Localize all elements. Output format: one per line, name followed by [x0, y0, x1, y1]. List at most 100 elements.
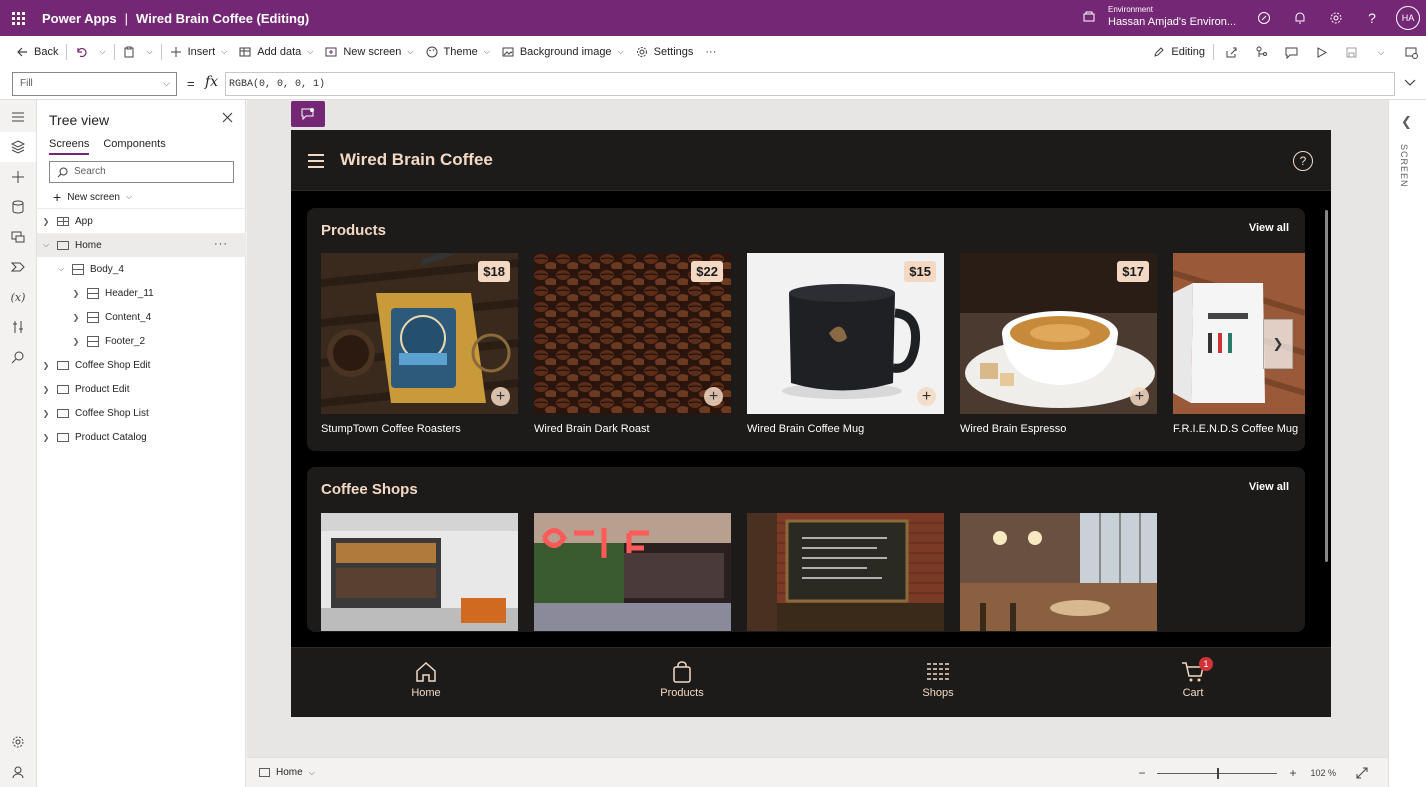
settings-button[interactable]: Settings [630, 36, 700, 68]
container-icon [87, 287, 99, 299]
nav-home[interactable]: Home [386, 661, 466, 699]
back-button[interactable]: Back [10, 36, 64, 68]
coffee-shop-image[interactable] [321, 513, 518, 631]
fit-to-window-icon[interactable] [1356, 767, 1368, 779]
add-data-button[interactable]: Add data ⌵ [233, 36, 319, 68]
media-icon[interactable] [0, 222, 36, 252]
carousel-next-button[interactable]: ❯ [1263, 319, 1293, 369]
variables-icon[interactable]: (x) [0, 282, 36, 312]
tree-node-body[interactable]: ⌵ Body_4 [37, 257, 246, 281]
screen-selector[interactable]: Home ⌵ [259, 767, 315, 778]
publish-icon[interactable] [1396, 36, 1426, 68]
avatar[interactable]: HA [1396, 6, 1420, 30]
view-all-shops-link[interactable]: View all [1249, 481, 1289, 493]
product-card[interactable]: $22 + Wired Brain Dark Roast [534, 253, 731, 435]
tree-node-header[interactable]: ❯ Header_11 [37, 281, 246, 305]
editing-button[interactable]: Editing [1147, 36, 1211, 68]
coffee-shop-image[interactable] [960, 513, 1157, 631]
settings-gear-icon[interactable] [1318, 0, 1354, 36]
help-icon[interactable]: ? [1293, 151, 1313, 171]
add-to-cart-icon[interactable]: + [917, 387, 936, 406]
app-launcher-icon[interactable] [0, 0, 36, 36]
product-card[interactable]: ❯ F.R.I.E.N.D.S Coffee Mug [1173, 253, 1305, 435]
settings-gear-icon[interactable] [0, 727, 36, 757]
hamburger-menu-icon[interactable] [308, 154, 324, 172]
new-screen-tree-button[interactable]: + New screen ⌵ [53, 189, 132, 205]
chevron-down-icon: ⌵ [126, 192, 133, 201]
save-icon[interactable] [1336, 36, 1366, 68]
tree-node-coffee-shop-edit[interactable]: ❯ Coffee Shop Edit [37, 353, 246, 377]
view-all-products-link[interactable]: View all [1249, 222, 1289, 234]
tree-node-footer[interactable]: ❯ Footer_2 [37, 329, 246, 353]
expand-formula-icon[interactable] [1404, 76, 1416, 90]
coffee-shop-image[interactable] [747, 513, 944, 631]
tree-node-app[interactable]: ❯ App [37, 209, 246, 233]
property-dropdown[interactable]: Fill ⌵ [12, 72, 177, 96]
chevron-down-icon[interactable]: ⌵ [1366, 36, 1396, 68]
tree-node-product-edit[interactable]: ❯ Product Edit [37, 377, 246, 401]
more-options-icon[interactable]: ··· [214, 238, 228, 250]
chevron-right-icon: ❯ [72, 336, 80, 346]
tree-view-icon[interactable] [0, 132, 36, 162]
data-icon[interactable] [0, 192, 36, 222]
paste-button[interactable]: ⌵ [117, 36, 159, 68]
zoom-slider[interactable] [1157, 767, 1278, 779]
play-icon[interactable] [1306, 36, 1336, 68]
insert-button[interactable]: Insert ⌵ [164, 36, 234, 68]
zoom-in-button[interactable]: + [1289, 766, 1296, 780]
tree-node-product-catalog[interactable]: ❯ Product Catalog [37, 425, 246, 449]
gear-icon [636, 47, 647, 57]
theme-button[interactable]: Theme ⌵ [420, 36, 496, 68]
help-icon[interactable]: ? [1354, 0, 1390, 36]
notifications-icon[interactable] [1282, 0, 1318, 36]
search-icon [57, 167, 68, 178]
vertical-scrollbar[interactable] [1325, 210, 1328, 562]
environment-picker[interactable]: Environment Hassan Amjad's Environ... [1080, 3, 1236, 29]
share-icon[interactable] [1216, 36, 1246, 68]
add-to-cart-icon[interactable]: + [704, 387, 723, 406]
product-card[interactable]: $17 + Wired Brain Espresso [960, 253, 1157, 435]
editing-label: Editing [1171, 46, 1205, 58]
background-image-button[interactable]: Background image ⌵ [496, 36, 630, 68]
add-comment-button[interactable] [291, 101, 325, 127]
virtual-agent-icon[interactable] [0, 757, 36, 787]
new-screen-label: New screen [343, 46, 402, 58]
zoom-slider-thumb[interactable] [1217, 767, 1220, 779]
product-name: StumpTown Coffee Roasters [321, 423, 461, 435]
undo-button[interactable]: ⌵ [69, 36, 111, 68]
tree-search-input[interactable]: Search [49, 161, 234, 183]
close-icon[interactable] [222, 112, 233, 126]
tab-screens[interactable]: Screens [49, 138, 90, 155]
add-to-cart-icon[interactable]: + [491, 387, 510, 406]
tree-node-label: Body_4 [90, 263, 124, 275]
comments-icon[interactable] [1276, 36, 1306, 68]
hamburger-menu-icon[interactable] [0, 102, 36, 132]
product-card[interactable]: $18 + StumpTown Coffee Roasters [321, 253, 518, 435]
properties-rail-label[interactable]: SCREEN [1399, 144, 1409, 188]
more-commands-button[interactable]: ··· [699, 36, 722, 68]
property-value: Fill [20, 78, 33, 89]
chevron-left-icon[interactable]: ❮ [1401, 114, 1412, 130]
formula-input[interactable]: RGBA(0, 0, 0, 1) [225, 72, 1395, 96]
nav-products[interactable]: Products [642, 661, 722, 699]
search-icon[interactable] [0, 342, 36, 372]
zoom-out-button[interactable]: − [1138, 766, 1145, 780]
app-checker-icon[interactable] [1246, 36, 1276, 68]
copilot-icon[interactable] [1246, 0, 1282, 36]
nav-cart[interactable]: 1 Cart [1153, 657, 1233, 699]
price-badge: $17 [1117, 261, 1149, 282]
advanced-tools-icon[interactable] [0, 312, 36, 342]
coffee-shop-image[interactable] [534, 513, 731, 631]
tab-components[interactable]: Components [103, 138, 165, 155]
power-automate-icon[interactable] [0, 252, 36, 282]
tree-node-content[interactable]: ❯ Content_4 [37, 305, 246, 329]
product-card[interactable]: $15 + Wired Brain Coffee Mug [747, 253, 944, 435]
nav-shops[interactable]: Shops [898, 661, 978, 699]
app-screen-home[interactable]: Wired Brain Coffee ? Products View all $… [291, 130, 1331, 717]
tree-node-coffee-shop-list[interactable]: ❯ Coffee Shop List [37, 401, 246, 425]
nav-label: Products [660, 687, 704, 699]
add-to-cart-icon[interactable]: + [1130, 387, 1149, 406]
new-screen-button[interactable]: New screen ⌵ [319, 36, 419, 68]
tree-node-home[interactable]: ⌵ Home ··· [37, 233, 246, 257]
insert-plus-icon[interactable] [0, 162, 36, 192]
